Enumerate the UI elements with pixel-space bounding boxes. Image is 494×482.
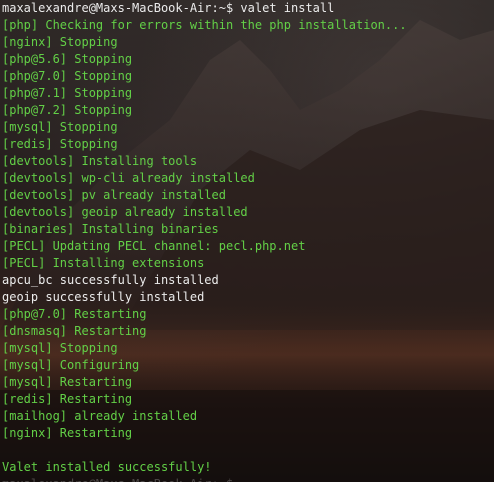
output-line: [redis] Restarting	[2, 392, 133, 406]
output-line: [devtools] wp-cli already installed	[2, 171, 255, 185]
output-line: [mysql] Stopping	[2, 341, 118, 355]
prompt-line: maxalexandre@Maxs-MacBook-Air:~$ valet i…	[2, 0, 494, 17]
shell-prompt-next: maxalexandre@Maxs-MacBook-Air:~$	[2, 477, 233, 482]
output-line: [nginx] Stopping	[2, 35, 118, 49]
output-line: [php@7.2] Stopping	[2, 103, 133, 117]
output-line: [php@7.0] Stopping	[2, 69, 133, 83]
output-line: apcu_bc successfully installed	[2, 273, 219, 287]
output-line: [dnsmasq] Restarting	[2, 324, 147, 338]
output-line: [mysql] Stopping	[2, 120, 118, 134]
terminal-output: maxalexandre@Maxs-MacBook-Air:~$ valet i…	[2, 0, 494, 482]
output-line: [devtools] geoip already installed	[2, 205, 248, 219]
output-line: [PECL] Installing extensions	[2, 256, 205, 270]
output-line: [binaries] Installing binaries	[2, 222, 219, 236]
output-line: [redis] Stopping	[2, 137, 118, 151]
success-line: Valet installed successfully!	[2, 460, 212, 474]
shell-prompt: maxalexandre@Maxs-MacBook-Air:~$	[2, 1, 234, 15]
output-line: [nginx] Restarting	[2, 426, 133, 440]
output-line: [PECL] Updating PECL channel: pecl.php.n…	[2, 239, 306, 253]
output-line: [php@7.0] Restarting	[2, 307, 147, 321]
output-line: [php@5.6] Stopping	[2, 52, 133, 66]
output-line: geoip successfully installed	[2, 290, 205, 304]
output-line: [php@7.1] Stopping	[2, 86, 133, 100]
output-line: [php] Checking for errors within the php…	[2, 18, 407, 32]
typed-command: valet install	[240, 1, 335, 15]
output-line: [devtools] pv already installed	[2, 188, 226, 202]
output-line: [mysql] Configuring	[2, 358, 140, 372]
output-line: [mailhog] already installed	[2, 409, 198, 423]
output-line: [mysql] Restarting	[2, 375, 133, 389]
output-line: [devtools] Installing tools	[2, 154, 198, 168]
next-prompt-line: maxalexandre@Maxs-MacBook-Air:~$	[2, 476, 494, 482]
terminal-window[interactable]: maxalexandre@Maxs-MacBook-Air:~$ valet i…	[0, 0, 494, 482]
